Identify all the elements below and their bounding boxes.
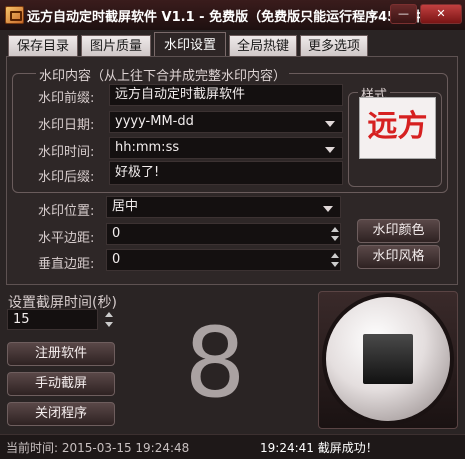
- date-format-value: yyyy-MM-dd: [115, 114, 194, 129]
- status-bar: 当前时间: 2015-03-15 19:24:48 19:24:41 截屏成功！: [0, 434, 465, 459]
- suffix-label: 水印后缀:: [38, 170, 95, 185]
- suffix-input[interactable]: 好极了!: [109, 161, 343, 185]
- chevron-down-icon: [325, 147, 335, 153]
- close-window-button[interactable]: ✕: [420, 4, 462, 24]
- current-time-status: 当前时间: 2015-03-15 19:24:48: [6, 441, 190, 455]
- time-label: 水印时间:: [38, 145, 95, 160]
- tab-global-hotkeys[interactable]: 全局热键: [229, 35, 297, 56]
- time-format-select[interactable]: hh:mm:ss: [109, 137, 343, 159]
- position-value: 居中: [112, 199, 139, 214]
- manual-capture-button[interactable]: 手动截屏: [7, 372, 115, 396]
- capture-status: 19:24:41 截屏成功！: [260, 441, 378, 455]
- close-program-button[interactable]: 关闭程序: [7, 402, 115, 426]
- watermark-content-legend: 水印内容（从上往下合并成完整水印内容）: [36, 65, 290, 84]
- tab-save-directory[interactable]: 保存目录: [8, 35, 78, 56]
- vmargin-value: 0: [112, 252, 121, 267]
- position-label: 水印位置:: [38, 204, 95, 219]
- interval-input[interactable]: 15: [7, 309, 98, 330]
- prefix-label: 水印前缀:: [38, 91, 95, 106]
- date-label: 水印日期:: [38, 118, 95, 133]
- tab-image-quality[interactable]: 图片质量: [81, 35, 151, 56]
- countdown-display: 8: [184, 307, 246, 419]
- interval-spinner[interactable]: [102, 309, 114, 330]
- vmargin-label: 垂直边距:: [38, 257, 95, 272]
- app-icon: [5, 6, 24, 24]
- register-button[interactable]: 注册软件: [7, 342, 115, 366]
- watermark-style-button[interactable]: 水印风格: [357, 245, 440, 269]
- position-select[interactable]: 居中: [106, 196, 341, 218]
- time-format-value: hh:mm:ss: [115, 140, 180, 155]
- chevron-down-icon: [323, 206, 333, 212]
- minimize-button[interactable]: —: [390, 4, 417, 24]
- spin-up-icon[interactable]: [331, 227, 339, 232]
- hmargin-value: 0: [112, 226, 121, 241]
- spin-down-icon[interactable]: [331, 262, 339, 267]
- vmargin-spinner[interactable]: 0: [106, 249, 341, 271]
- watermark-color-button[interactable]: 水印颜色: [357, 219, 440, 243]
- date-format-select[interactable]: yyyy-MM-dd: [109, 111, 343, 133]
- hmargin-label: 水平边距:: [38, 231, 95, 246]
- spin-up-icon[interactable]: [105, 312, 113, 317]
- prefix-input[interactable]: 远方自动定时截屏软件: [109, 84, 343, 106]
- spin-down-icon[interactable]: [331, 236, 339, 241]
- window-title: 远方自动定时截屏软件 V1.1 - 免费版（免费版只能运行程序45分钟）: [27, 10, 436, 25]
- chevron-down-icon: [325, 121, 335, 127]
- tab-watermark-settings[interactable]: 水印设置: [154, 32, 226, 57]
- spin-down-icon[interactable]: [105, 322, 113, 327]
- stop-icon: [363, 334, 413, 384]
- hmargin-spinner[interactable]: 0: [106, 223, 341, 245]
- title-bar: 远方自动定时截屏软件 V1.1 - 免费版（免费版只能运行程序45分钟） — ✕: [0, 0, 465, 30]
- tab-more-options[interactable]: 更多选项: [300, 35, 368, 56]
- style-preview: 远方: [359, 97, 436, 159]
- spin-up-icon[interactable]: [331, 253, 339, 258]
